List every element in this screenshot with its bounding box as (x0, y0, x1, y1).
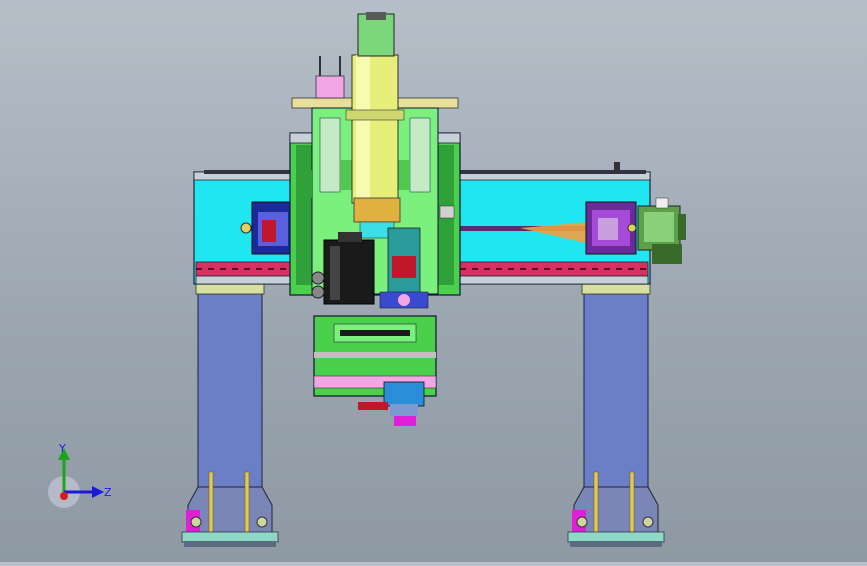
cad-model[interactable] (0, 0, 867, 562)
origin-dot (60, 492, 68, 500)
right-column[interactable] (567, 283, 665, 547)
left-column[interactable] (181, 283, 279, 547)
spindle-column[interactable] (345, 12, 405, 239)
limit-switch[interactable] (439, 205, 455, 219)
y-axis-label: Y (58, 442, 66, 455)
side-bracket[interactable] (302, 170, 312, 198)
cable-fitting[interactable] (614, 162, 620, 172)
cad-viewport[interactable]: Y Z (0, 0, 867, 562)
z-axis-label: Z (104, 486, 112, 499)
coordinate-triad: Y Z (48, 440, 118, 510)
right-bearing-block[interactable] (585, 201, 637, 255)
